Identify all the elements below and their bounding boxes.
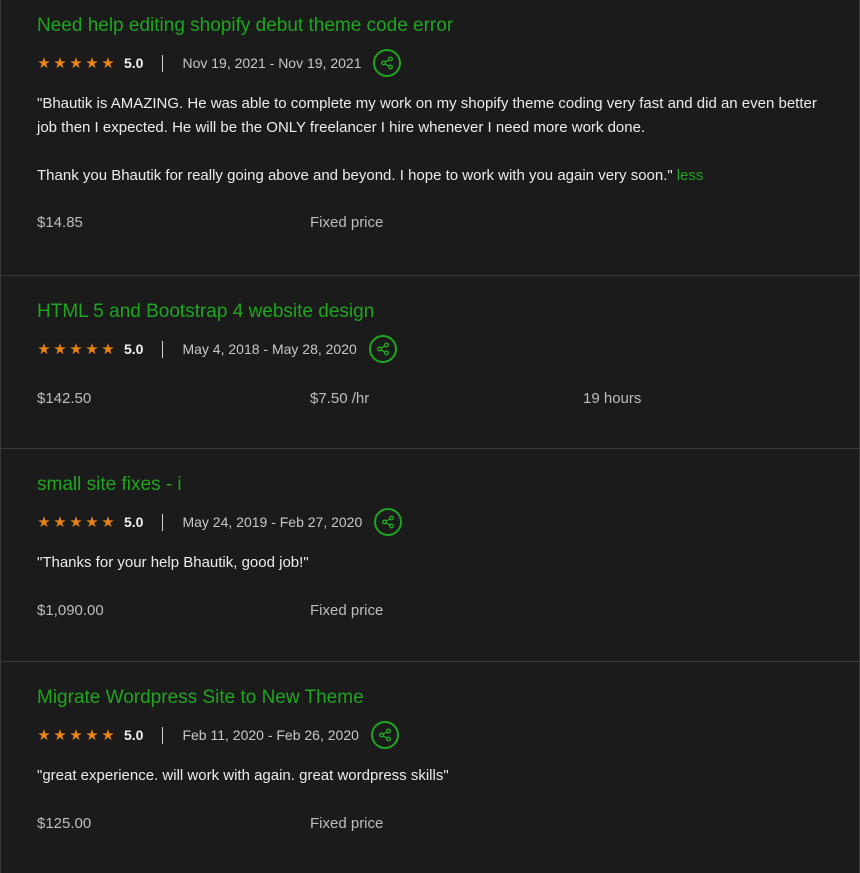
- separator: [162, 726, 164, 744]
- star-icon: ★: [101, 340, 115, 358]
- client-feedback: "Thanks for your help Bhautik, good job!…: [37, 551, 835, 575]
- job-meta: ★ ★ ★ ★ ★ 5.0 Feb 11, 2020 - Feb 26, 202…: [37, 718, 835, 752]
- star-icon: ★: [85, 340, 99, 358]
- star-rating: ★ ★ ★ ★ ★: [37, 728, 115, 743]
- star-icon: ★: [69, 513, 83, 531]
- star-rating: ★ ★ ★ ★ ★: [37, 342, 115, 357]
- job-dates: May 24, 2019 - Feb 27, 2020: [182, 514, 363, 530]
- job-amount: $1,090.00: [37, 602, 104, 619]
- job-amount: $14.85: [37, 214, 83, 231]
- divider: [1, 275, 859, 276]
- share-icon: [382, 515, 395, 529]
- job-amount: $125.00: [37, 815, 92, 832]
- star-icon: ★: [53, 726, 67, 744]
- job-dates: Nov 19, 2021 - Nov 19, 2021: [182, 55, 362, 71]
- less-link[interactable]: less: [677, 167, 704, 184]
- share-button[interactable]: [373, 49, 402, 77]
- price-type: Fixed price: [310, 214, 384, 231]
- job-title[interactable]: small site fixes - i: [37, 473, 182, 497]
- divider: [1, 448, 859, 449]
- star-icon: ★: [53, 513, 67, 531]
- rating-value: 5.0: [124, 727, 144, 743]
- separator: [162, 513, 164, 531]
- client-feedback: "great experience. will work with again.…: [37, 764, 835, 788]
- job-item: small site fixes - i ★ ★ ★ ★ ★ 5.0 May 2…: [1, 473, 859, 623]
- star-icon: ★: [101, 54, 115, 72]
- star-icon: ★: [69, 726, 83, 744]
- star-rating: ★ ★ ★ ★ ★: [37, 515, 115, 530]
- star-icon: ★: [85, 513, 99, 531]
- feedback-text: "Bhautik is AMAZING. He was able to comp…: [37, 95, 817, 184]
- divider: [1, 661, 859, 662]
- star-rating: ★ ★ ★ ★ ★: [37, 56, 115, 71]
- share-button[interactable]: [374, 508, 403, 536]
- share-icon: [376, 342, 389, 356]
- star-icon: ★: [37, 340, 51, 358]
- job-title[interactable]: Migrate Wordpress Site to New Theme: [37, 686, 364, 710]
- star-icon: ★: [53, 340, 67, 358]
- star-icon: ★: [69, 340, 83, 358]
- job-terms: $14.85 Fixed price: [37, 211, 835, 235]
- job-title[interactable]: HTML 5 and Bootstrap 4 website design: [37, 300, 374, 324]
- share-icon: [378, 728, 391, 742]
- job-title[interactable]: Need help editing shopify debut theme co…: [37, 14, 453, 38]
- job-meta: ★ ★ ★ ★ ★ 5.0 May 4, 2018 - May 28, 2020: [37, 332, 835, 366]
- job-item: HTML 5 and Bootstrap 4 website design ★ …: [1, 300, 859, 411]
- star-icon: ★: [53, 54, 67, 72]
- star-icon: ★: [101, 513, 115, 531]
- star-icon: ★: [85, 54, 99, 72]
- client-feedback: "Bhautik is AMAZING. He was able to comp…: [37, 92, 835, 188]
- rating-value: 5.0: [124, 55, 144, 71]
- work-history-list: Need help editing shopify debut theme co…: [0, 0, 860, 873]
- job-terms: $125.00 Fixed price: [37, 812, 835, 836]
- rating-value: 5.0: [124, 514, 144, 530]
- job-meta: ★ ★ ★ ★ ★ 5.0 May 24, 2019 - Feb 27, 202…: [37, 505, 835, 539]
- feedback-text: "Thanks for your help Bhautik, good job!…: [37, 554, 309, 571]
- job-item: Migrate Wordpress Site to New Theme ★ ★ …: [1, 686, 859, 836]
- job-item: Need help editing shopify debut theme co…: [1, 14, 859, 235]
- separator: [162, 340, 164, 358]
- star-icon: ★: [37, 54, 51, 72]
- share-icon: [381, 56, 394, 70]
- job-terms: $1,090.00 Fixed price: [37, 599, 835, 623]
- job-meta: ★ ★ ★ ★ ★ 5.0 Nov 19, 2021 - Nov 19, 202…: [37, 46, 835, 80]
- share-button[interactable]: [368, 335, 397, 363]
- star-icon: ★: [85, 726, 99, 744]
- hours-worked: 19 hours: [583, 390, 642, 407]
- hourly-rate: $7.50 /hr: [310, 390, 370, 407]
- star-icon: ★: [101, 726, 115, 744]
- job-dates: Feb 11, 2020 - Feb 26, 2020: [182, 727, 359, 743]
- job-amount: $142.50: [37, 390, 92, 407]
- rating-value: 5.0: [124, 341, 144, 357]
- star-icon: ★: [69, 54, 83, 72]
- price-type: Fixed price: [310, 602, 384, 619]
- star-icon: ★: [37, 726, 51, 744]
- job-terms: $142.50 $7.50 /hr 19 hours: [37, 387, 835, 411]
- separator: [162, 54, 164, 72]
- share-button[interactable]: [370, 721, 399, 749]
- price-type: Fixed price: [310, 815, 384, 832]
- feedback-text: "great experience. will work with again.…: [37, 767, 449, 784]
- star-icon: ★: [37, 513, 51, 531]
- job-dates: May 4, 2018 - May 28, 2020: [182, 341, 357, 357]
